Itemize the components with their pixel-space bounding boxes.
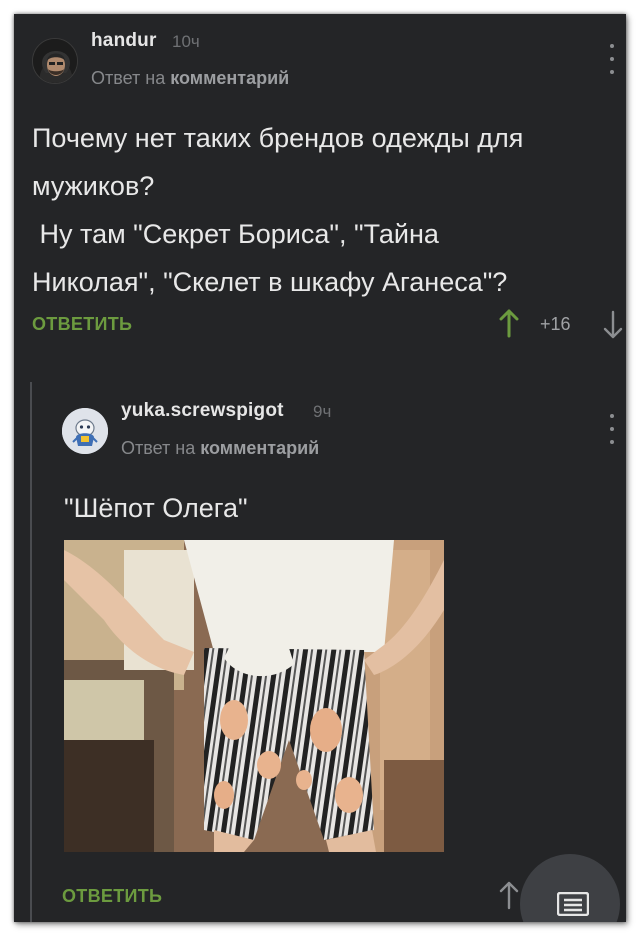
- comments-fab-button[interactable]: [520, 854, 620, 922]
- reply-to-line: Ответ на комментарий: [91, 68, 289, 89]
- arrow-up-icon[interactable]: [498, 308, 520, 338]
- comment-body: Почему нет таких брендов одежды для мужи…: [32, 114, 523, 306]
- thread-line: [30, 382, 32, 922]
- arrow-down-icon[interactable]: [602, 310, 624, 340]
- reply-to-link[interactable]: комментарий: [200, 438, 319, 458]
- reply-button[interactable]: ОТВЕТИТЬ: [62, 886, 162, 907]
- comments-icon: [557, 892, 589, 916]
- reply-to-prefix: Ответ на: [121, 438, 196, 458]
- reply-to-prefix: Ответ на: [91, 68, 166, 88]
- attached-photo[interactable]: [64, 540, 444, 852]
- reply-to-line: Ответ на комментарий: [121, 438, 319, 459]
- comment-line: мужиков?: [32, 171, 155, 201]
- comment-line: Ну там "Секрет Бориса", "Тайна: [32, 219, 439, 249]
- comment-line: Николая", "Скелет в шкафу Аганеса"?: [32, 267, 508, 297]
- reply-button[interactable]: ОТВЕТИТЬ: [32, 314, 132, 335]
- comment-body: "Шёпот Олега": [64, 493, 248, 523]
- comment-author[interactable]: handur: [91, 30, 157, 52]
- arrow-up-icon[interactable]: [498, 880, 520, 910]
- rating-value: +16: [540, 314, 571, 334]
- comment-author[interactable]: yuka.screwspigot: [121, 400, 284, 422]
- avatar-handur[interactable]: [32, 38, 78, 84]
- comment-time: 10ч: [172, 32, 200, 51]
- more-vertical-icon[interactable]: [606, 44, 618, 74]
- avatar-yuka[interactable]: [62, 408, 108, 454]
- comment-thread: handur 10ч Ответ на комментарий Почему н…: [14, 14, 626, 922]
- comment-line: Почему нет таких брендов одежды для: [32, 123, 524, 153]
- reply-to-link[interactable]: комментарий: [170, 68, 289, 88]
- more-vertical-icon[interactable]: [606, 414, 618, 444]
- comment-time: 9ч: [313, 402, 332, 421]
